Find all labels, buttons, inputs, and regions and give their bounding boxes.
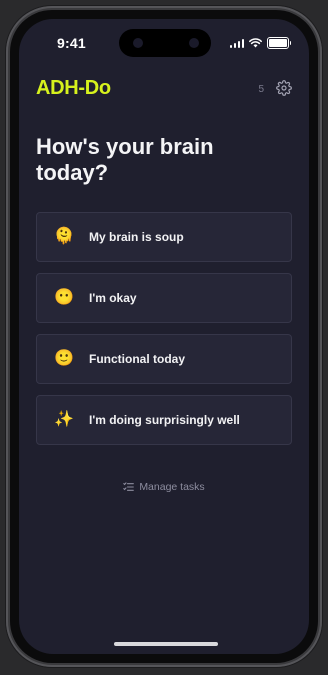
face-id-sensor [133,38,143,48]
mood-list: 🫠 My brain is soup 😶 I'm okay 🙂 Function… [36,212,292,456]
mood-option-functional[interactable]: 🙂 Functional today [36,334,292,384]
sparkles-icon: ✨ [54,411,74,428]
dynamic-island [119,29,211,57]
home-indicator [114,642,218,646]
cellular-signal-icon [229,38,244,48]
mood-label: I'm doing surprisingly well [89,413,240,427]
task-count: 5 [258,84,264,95]
gear-icon[interactable] [276,80,292,96]
mood-label: I'm okay [89,291,137,305]
mood-label: Functional today [89,352,185,366]
mood-label: My brain is soup [89,230,184,244]
app-header: ADH-Do 5 [36,75,292,105]
app-logo: ADH-Do [36,77,111,99]
page-heading: How's your brain today? [36,134,214,185]
mood-option-soup[interactable]: 🫠 My brain is soup [36,212,292,262]
front-camera [189,38,199,48]
wifi-icon [249,38,262,48]
neutral-face-icon: 😶 [54,289,74,306]
status-bar: 9:41 [19,19,309,69]
manage-tasks-link[interactable]: Manage tasks [19,481,309,493]
mood-option-okay[interactable]: 😶 I'm okay [36,273,292,323]
app-screen: 9:41 ADH-Do 5 How's your brain today? 🫠 … [19,19,309,654]
smiling-face-icon: 🙂 [54,350,74,367]
melting-face-icon: 🫠 [54,228,74,245]
task-list-icon [123,482,135,491]
manage-tasks-label: Manage tasks [139,481,205,493]
mood-option-well[interactable]: ✨ I'm doing surprisingly well [36,395,292,445]
status-time: 9:41 [57,35,86,51]
battery-icon [267,37,291,49]
status-icons [229,37,291,49]
